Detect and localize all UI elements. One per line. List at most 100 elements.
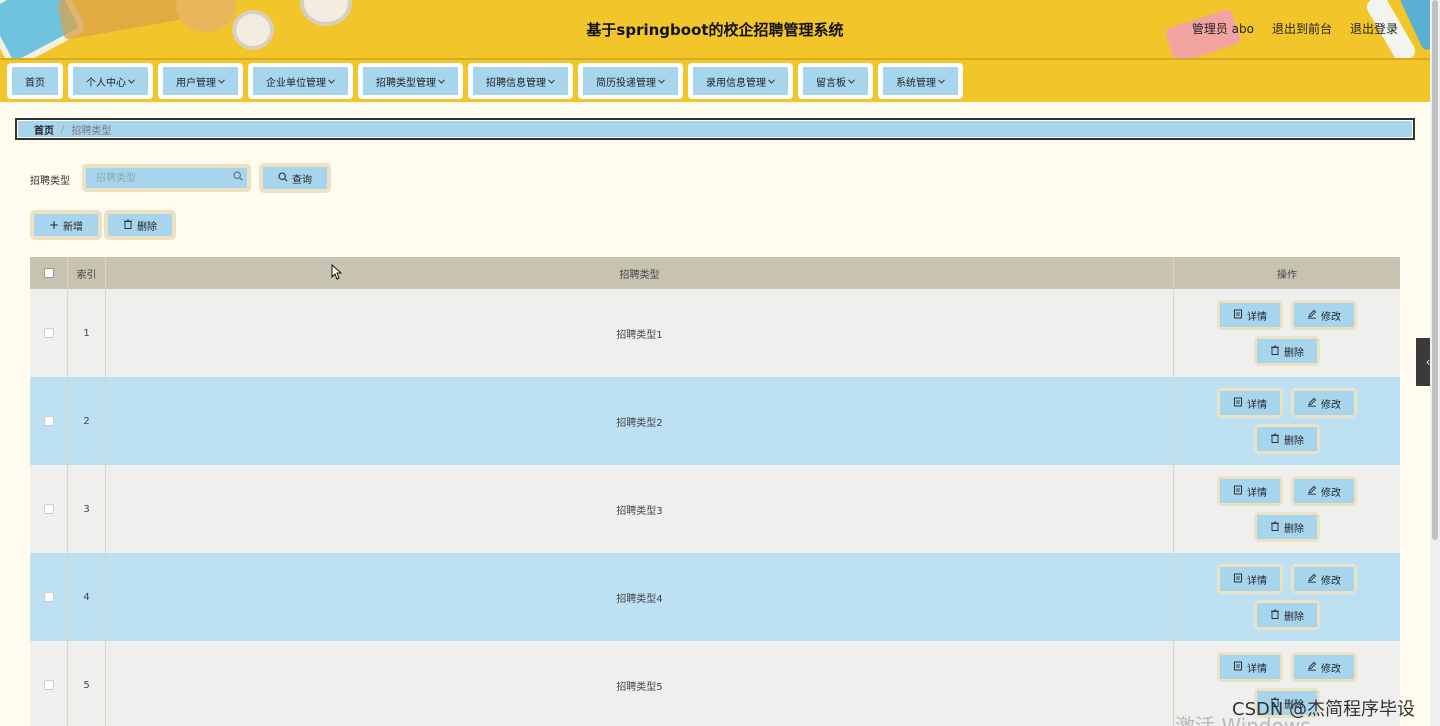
back-to-front-link[interactable]: 退出到前台: [1272, 20, 1332, 37]
page-scrollbar[interactable]: [1430, 0, 1440, 726]
nav-item-label: 录用信息管理: [706, 77, 766, 89]
detail-button[interactable]: 详情: [1217, 388, 1283, 418]
nav-item-5[interactable]: 招聘信息管理: [468, 63, 573, 99]
row-checkbox[interactable]: [43, 680, 54, 690]
row-index: 2: [68, 377, 106, 465]
breadcrumb-separator: /: [61, 123, 65, 135]
chevron-down-icon: [218, 77, 225, 86]
row-check-cell: [30, 641, 68, 726]
edit-button[interactable]: 修改: [1291, 388, 1357, 418]
edit-button[interactable]: 修改: [1291, 652, 1357, 682]
trash-icon: [1270, 521, 1280, 534]
header-type[interactable]: 招聘类型: [106, 257, 1174, 289]
chevron-down-icon: [548, 77, 555, 86]
row-type: 招聘类型2: [106, 377, 1174, 465]
mouse-cursor-icon: [331, 263, 343, 284]
nav-item-inner: 录用信息管理: [693, 67, 788, 95]
nav-item-inner: 企业单位管理: [253, 67, 348, 95]
select-all-checkbox[interactable]: [43, 268, 54, 278]
row-delete-button-label: 删除: [1284, 347, 1304, 359]
search-icon: [233, 171, 243, 184]
nav-item-3[interactable]: 企业单位管理: [248, 63, 353, 99]
breadcrumb-inner: 首页 / 招聘类型: [18, 121, 1412, 137]
edit-button-label: 修改: [1321, 399, 1341, 411]
detail-button[interactable]: 详情: [1217, 300, 1283, 330]
row-checkbox[interactable]: [43, 328, 54, 338]
row-index: 4: [68, 553, 106, 641]
edit-button[interactable]: 修改: [1291, 476, 1357, 506]
query-button[interactable]: 查询: [259, 163, 331, 193]
nav-item-4[interactable]: 招聘类型管理: [358, 63, 463, 99]
row-ops: 详情 修改删除: [1174, 465, 1400, 553]
edit-button[interactable]: 修改: [1291, 300, 1357, 330]
nav-item-9[interactable]: 系统管理: [878, 63, 963, 99]
row-check-cell: [30, 377, 68, 465]
breadcrumb-home[interactable]: 首页: [34, 122, 54, 137]
nav-item-label: 用户管理: [176, 77, 216, 89]
delete-button[interactable]: 删除: [104, 210, 176, 240]
add-button-label: 新增: [63, 221, 84, 233]
pencil-icon: [1307, 573, 1317, 586]
row-type: 招聘类型1: [106, 289, 1174, 377]
add-button[interactable]: + 新增: [30, 210, 102, 240]
nav-item-1[interactable]: 个人中心: [68, 63, 153, 99]
row-delete-button[interactable]: 删除: [1254, 600, 1320, 630]
header-ops: 操作: [1277, 269, 1297, 281]
top-nav: 首页 个人中心 用户管理 企业单位管理 招聘类型管理 招聘信息管理 简历投递管理 录用信息管理…: [0, 58, 1430, 102]
document-icon: [1233, 573, 1243, 586]
nav-item-inner: 招聘类型管理: [363, 67, 458, 95]
scrollbar-thumb[interactable]: [1432, 0, 1438, 540]
row-check-cell: [30, 553, 68, 641]
document-icon: [1233, 309, 1243, 322]
row-delete-button[interactable]: 删除: [1254, 512, 1320, 542]
pencil-icon: [1307, 661, 1317, 674]
detail-button-label: 详情: [1247, 575, 1267, 587]
row-checkbox[interactable]: [43, 592, 54, 602]
nav-item-inner: 个人中心: [73, 67, 148, 95]
row-delete-button[interactable]: 删除: [1254, 424, 1320, 454]
detail-button[interactable]: 详情: [1217, 652, 1283, 682]
edit-button[interactable]: 修改: [1291, 564, 1357, 594]
chevron-down-icon: [938, 77, 945, 86]
pencil-icon: [1307, 485, 1317, 498]
detail-button-label: 详情: [1247, 487, 1267, 499]
row-check-cell: [30, 465, 68, 553]
query-button-label: 查询: [292, 174, 312, 186]
nav-item-label: 留言板: [816, 77, 846, 89]
row-checkbox[interactable]: [43, 504, 54, 514]
logout-link[interactable]: 退出登录: [1350, 20, 1398, 37]
row-type: 招聘类型3: [106, 465, 1174, 553]
detail-button[interactable]: 详情: [1217, 476, 1283, 506]
trash-icon: [1270, 609, 1280, 622]
nav-item-0[interactable]: 首页: [7, 63, 63, 99]
delete-button-label: 删除: [137, 221, 157, 233]
header: 基于springboot的校企招聘管理系统 管理员 abo 退出到前台 退出登录: [0, 0, 1440, 58]
edit-button-label: 修改: [1321, 487, 1341, 499]
row-index: 3: [68, 465, 106, 553]
row-checkbox[interactable]: [43, 416, 54, 426]
header-check-cell: [30, 257, 68, 289]
nav-item-7[interactable]: 录用信息管理: [688, 63, 793, 99]
header-index: 索引: [68, 257, 106, 289]
user-label: 管理员 abo: [1191, 22, 1254, 36]
detail-button[interactable]: 详情: [1217, 564, 1283, 594]
search-input[interactable]: [86, 168, 247, 188]
search-label: 招聘类型: [30, 176, 70, 187]
pencil-icon: [1307, 309, 1317, 322]
search-box: [82, 164, 251, 192]
row-delete-button[interactable]: 删除: [1254, 336, 1320, 366]
nav-item-6[interactable]: 简历投递管理: [578, 63, 683, 99]
nav-item-label: 企业单位管理: [266, 77, 326, 89]
table-row: 2 招聘类型2 详情 修改删除: [30, 377, 1400, 465]
table-row: 3 招聘类型3 详情 修改删除: [30, 465, 1400, 553]
breadcrumb-current: 招聘类型: [71, 125, 112, 137]
table-row: 4 招聘类型4 详情 修改 删除: [30, 553, 1400, 641]
nav-item-inner: 系统管理: [883, 67, 958, 95]
search-icon: [278, 171, 288, 185]
detail-button-label: 详情: [1247, 399, 1267, 411]
nav-item-label: 简历投递管理: [596, 77, 656, 89]
nav-item-2[interactable]: 用户管理: [158, 63, 243, 99]
row-ops: 详情 修改删除: [1174, 289, 1400, 377]
trash-icon: [123, 219, 133, 232]
nav-item-8[interactable]: 留言板: [798, 63, 873, 99]
